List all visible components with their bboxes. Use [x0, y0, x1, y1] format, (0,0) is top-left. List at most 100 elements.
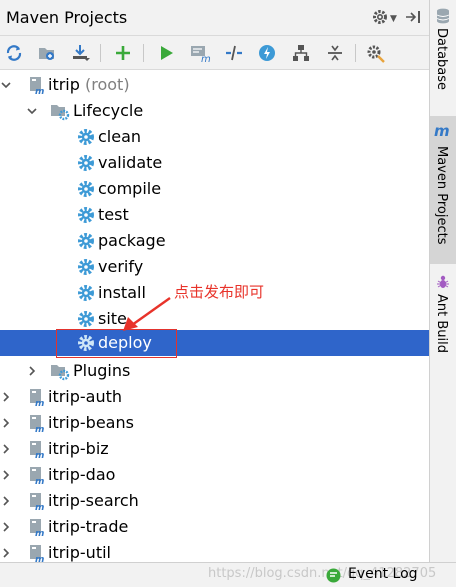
- svg-text:m: m: [35, 87, 44, 95]
- maven-module-icon: m: [26, 413, 46, 435]
- right-tool-strip: Database m Maven Projects Ant Build: [429, 0, 456, 587]
- tree-goal-compile[interactable]: compile: [0, 176, 429, 202]
- gear-icon: [76, 205, 96, 225]
- goal-label: verify: [98, 257, 144, 276]
- maven-icon: m: [434, 122, 450, 140]
- run-maven-build-icon[interactable]: [154, 41, 178, 65]
- svg-text:m: m: [35, 399, 44, 407]
- tree-module-row[interactable]: m itrip-dao: [0, 462, 429, 488]
- svg-text:m: m: [35, 477, 44, 485]
- generate-sources-icon[interactable]: [35, 41, 59, 65]
- side-tab-database[interactable]: Database: [430, 6, 456, 112]
- tree-module-row[interactable]: m itrip-util: [0, 540, 429, 562]
- chevron-right-icon[interactable]: [0, 389, 12, 405]
- toolbar-separator: [100, 44, 101, 62]
- toolbar-separator: [355, 44, 356, 62]
- maven-module-icon: m: [26, 491, 46, 513]
- svg-text:m: m: [201, 54, 211, 63]
- chevron-down-icon[interactable]: [26, 103, 38, 119]
- tree-row-plugins[interactable]: Plugins: [0, 358, 429, 384]
- module-label: itrip-util: [48, 543, 111, 562]
- module-label: itrip-biz: [48, 439, 109, 458]
- chevron-right-icon[interactable]: [0, 545, 12, 561]
- skip-tests-icon[interactable]: [255, 41, 279, 65]
- ant-icon: [436, 274, 450, 294]
- panel-title-bar: Maven Projects ▼: [0, 0, 429, 36]
- tree-plugins-label: Plugins: [73, 361, 131, 380]
- tree-module-row[interactable]: m itrip-beans: [0, 410, 429, 436]
- tree-goal-test[interactable]: test: [0, 202, 429, 228]
- project-tree: m itrip (root) Lifecycle clean validate …: [0, 72, 429, 562]
- gear-icon: [76, 127, 96, 147]
- side-tab-ant-build[interactable]: Ant Build: [430, 272, 456, 362]
- tree-module-row[interactable]: m itrip-trade: [0, 514, 429, 540]
- module-label: itrip-beans: [48, 413, 134, 432]
- chevron-right-icon[interactable]: [26, 363, 38, 379]
- database-icon: [436, 8, 450, 28]
- goal-label: site: [98, 309, 127, 328]
- goal-label: compile: [98, 179, 162, 198]
- tree-goal-package[interactable]: package: [0, 228, 429, 254]
- maven-module-icon: m: [26, 543, 46, 562]
- gear-icon: [76, 257, 96, 277]
- event-log-button[interactable]: Event Log: [348, 566, 418, 582]
- maven-module-icon: m: [26, 387, 46, 409]
- side-tab-database-label: Database: [434, 28, 449, 91]
- maven-module-icon: m: [26, 465, 46, 487]
- side-tab-maven-projects[interactable]: m Maven Projects: [430, 116, 456, 264]
- chevron-right-icon[interactable]: [0, 519, 12, 535]
- tree-root-suffix: (root): [85, 75, 130, 94]
- download-sources-icon[interactable]: [68, 41, 92, 65]
- tree-module-row[interactable]: m itrip-biz: [0, 436, 429, 462]
- reimport-icon[interactable]: [2, 41, 26, 65]
- chevron-right-icon[interactable]: [0, 415, 12, 431]
- maven-module-icon: m: [26, 517, 46, 539]
- maven-toolbar: m: [0, 36, 429, 70]
- side-tab-maven-label: Maven Projects: [434, 146, 449, 245]
- tree-module-row[interactable]: m itrip-search: [0, 488, 429, 514]
- tree-lifecycle-label: Lifecycle: [73, 101, 144, 120]
- chevron-down-icon[interactable]: [0, 77, 12, 93]
- toggle-offline-mode-icon[interactable]: [222, 41, 246, 65]
- module-label: itrip-auth: [48, 387, 123, 406]
- svg-text:m: m: [35, 451, 44, 459]
- gear-icon: [76, 179, 96, 199]
- show-dependencies-icon[interactable]: [289, 41, 313, 65]
- chevron-right-icon[interactable]: [0, 467, 12, 483]
- settings-gear-icon[interactable]: [371, 8, 389, 26]
- svg-text:m: m: [35, 503, 44, 511]
- gear-icon: [76, 283, 96, 303]
- goal-label: install: [98, 283, 146, 302]
- tree-goal-verify[interactable]: verify: [0, 254, 429, 280]
- maven-module-icon: m: [26, 439, 46, 461]
- add-maven-project-icon[interactable]: [111, 41, 135, 65]
- gear-icon: [76, 231, 96, 251]
- event-log-icon[interactable]: [326, 568, 341, 583]
- tree-goal-clean[interactable]: clean: [0, 124, 429, 150]
- tree-row-root[interactable]: m itrip (root): [0, 72, 429, 98]
- goal-label: test: [98, 205, 129, 224]
- annotation-highlight-box: [56, 329, 177, 358]
- tree-module-row[interactable]: m itrip-auth: [0, 384, 429, 410]
- collapse-all-icon[interactable]: [323, 41, 347, 65]
- execute-maven-goal-icon[interactable]: m: [188, 41, 212, 65]
- chevron-right-icon[interactable]: [0, 441, 12, 457]
- svg-text:m: m: [35, 529, 44, 537]
- lifecycle-folder-icon: [50, 101, 70, 121]
- goal-label: clean: [98, 127, 142, 146]
- tree-root-label: itrip: [48, 75, 80, 94]
- maven-settings-icon[interactable]: [364, 41, 388, 65]
- chevron-down-icon[interactable]: ▼: [390, 14, 397, 24]
- annotation-text: 点击发布即可: [174, 283, 265, 301]
- toolbar-separator: [143, 44, 144, 62]
- maven-module-icon: m: [26, 75, 46, 97]
- tree-row-lifecycle[interactable]: Lifecycle: [0, 98, 429, 124]
- tree-goal-validate[interactable]: validate: [0, 150, 429, 176]
- gear-icon: [76, 153, 96, 173]
- hide-panel-icon[interactable]: [404, 8, 422, 26]
- plugins-folder-icon: [50, 361, 70, 381]
- module-label: itrip-dao: [48, 465, 116, 484]
- chevron-right-icon[interactable]: [0, 493, 12, 509]
- goal-label: package: [98, 231, 166, 250]
- goal-label: validate: [98, 153, 163, 172]
